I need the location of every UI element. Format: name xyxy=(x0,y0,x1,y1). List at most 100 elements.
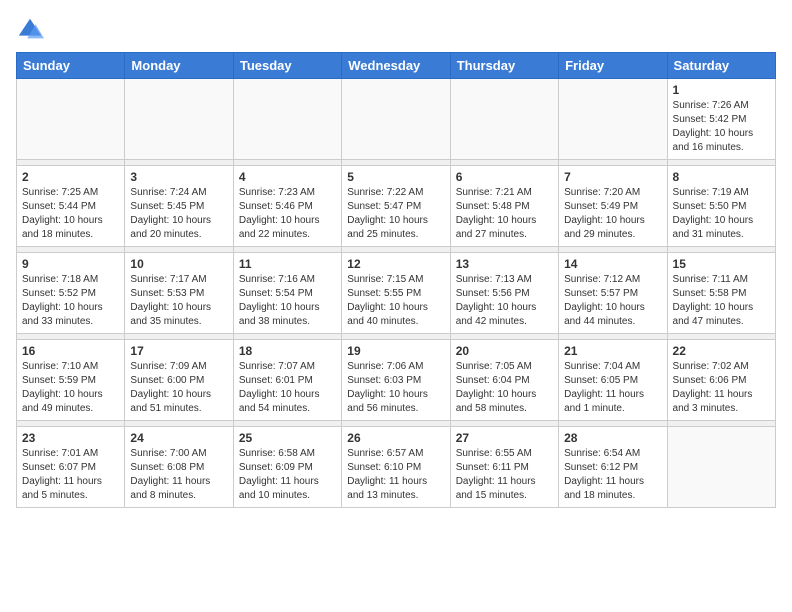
day-number: 13 xyxy=(456,257,553,271)
logo xyxy=(16,16,48,44)
day-info: Sunrise: 7:18 AM Sunset: 5:52 PM Dayligh… xyxy=(22,273,119,329)
day-info: Sunrise: 7:22 AM Sunset: 5:47 PM Dayligh… xyxy=(347,186,444,242)
day-number: 8 xyxy=(673,170,770,184)
calendar-week-row: 16Sunrise: 7:10 AM Sunset: 5:59 PM Dayli… xyxy=(17,340,776,421)
day-number: 18 xyxy=(239,344,336,358)
calendar-table: SundayMondayTuesdayWednesdayThursdayFrid… xyxy=(16,52,776,508)
calendar-cell xyxy=(125,79,233,160)
day-number: 2 xyxy=(22,170,119,184)
day-number: 5 xyxy=(347,170,444,184)
day-info: Sunrise: 7:24 AM Sunset: 5:45 PM Dayligh… xyxy=(130,186,227,242)
calendar-cell: 6 Sunrise: 7:21 AM Sunset: 5:48 PM Daylig… xyxy=(450,166,558,247)
day-info: Sunrise: 7:04 AM Sunset: 6:05 PM Dayligh… xyxy=(564,360,661,416)
calendar-cell: 20 Sunrise: 7:05 AM Sunset: 6:04 PM Dayli… xyxy=(450,340,558,421)
day-number: 28 xyxy=(564,431,661,445)
day-info: Sunrise: 7:11 AM Sunset: 5:58 PM Dayligh… xyxy=(673,273,770,329)
calendar-cell: 9 Sunrise: 7:18 AM Sunset: 5:52 PM Daylig… xyxy=(17,253,125,334)
calendar-cell: 13 Sunrise: 7:13 AM Sunset: 5:56 PM Dayli… xyxy=(450,253,558,334)
day-info: Sunrise: 6:55 AM Sunset: 6:11 PM Dayligh… xyxy=(456,447,553,503)
day-number: 24 xyxy=(130,431,227,445)
day-info: Sunrise: 7:12 AM Sunset: 5:57 PM Dayligh… xyxy=(564,273,661,329)
calendar-week-row: 2 Sunrise: 7:25 AM Sunset: 5:44 PM Daylig… xyxy=(17,166,776,247)
day-info: Sunrise: 7:16 AM Sunset: 5:54 PM Dayligh… xyxy=(239,273,336,329)
calendar-cell xyxy=(450,79,558,160)
day-info: Sunrise: 7:15 AM Sunset: 5:55 PM Dayligh… xyxy=(347,273,444,329)
day-number: 14 xyxy=(564,257,661,271)
calendar-cell: 26 Sunrise: 6:57 AM Sunset: 6:10 PM Dayli… xyxy=(342,427,450,508)
day-info: Sunrise: 7:17 AM Sunset: 5:53 PM Dayligh… xyxy=(130,273,227,329)
day-info: Sunrise: 7:01 AM Sunset: 6:07 PM Dayligh… xyxy=(22,447,119,503)
calendar-cell: 5 Sunrise: 7:22 AM Sunset: 5:47 PM Daylig… xyxy=(342,166,450,247)
calendar-week-row: 9 Sunrise: 7:18 AM Sunset: 5:52 PM Daylig… xyxy=(17,253,776,334)
calendar-cell: 28 Sunrise: 6:54 AM Sunset: 6:12 PM Dayli… xyxy=(559,427,667,508)
weekday-header-monday: Monday xyxy=(125,53,233,79)
calendar-cell xyxy=(667,427,775,508)
day-info: Sunrise: 7:13 AM Sunset: 5:56 PM Dayligh… xyxy=(456,273,553,329)
day-number: 10 xyxy=(130,257,227,271)
calendar-cell xyxy=(17,79,125,160)
calendar-cell: 23 Sunrise: 7:01 AM Sunset: 6:07 PM Dayli… xyxy=(17,427,125,508)
day-info: Sunrise: 7:07 AM Sunset: 6:01 PM Dayligh… xyxy=(239,360,336,416)
day-info: Sunrise: 7:06 AM Sunset: 6:03 PM Dayligh… xyxy=(347,360,444,416)
weekday-header-wednesday: Wednesday xyxy=(342,53,450,79)
day-number: 22 xyxy=(673,344,770,358)
weekday-header-saturday: Saturday xyxy=(667,53,775,79)
calendar-cell: 21 Sunrise: 7:04 AM Sunset: 6:05 PM Dayli… xyxy=(559,340,667,421)
weekday-header-sunday: Sunday xyxy=(17,53,125,79)
calendar-week-row: 1Sunrise: 7:26 AM Sunset: 5:42 PM Daylig… xyxy=(17,79,776,160)
calendar-cell: 2 Sunrise: 7:25 AM Sunset: 5:44 PM Daylig… xyxy=(17,166,125,247)
day-number: 20 xyxy=(456,344,553,358)
calendar-cell: 8 Sunrise: 7:19 AM Sunset: 5:50 PM Daylig… xyxy=(667,166,775,247)
calendar-cell: 25 Sunrise: 6:58 AM Sunset: 6:09 PM Dayli… xyxy=(233,427,341,508)
day-number: 11 xyxy=(239,257,336,271)
day-info: Sunrise: 7:25 AM Sunset: 5:44 PM Dayligh… xyxy=(22,186,119,242)
day-number: 19 xyxy=(347,344,444,358)
logo-icon xyxy=(16,16,44,44)
day-number: 6 xyxy=(456,170,553,184)
calendar-cell xyxy=(559,79,667,160)
day-number: 27 xyxy=(456,431,553,445)
calendar-cell: 10 Sunrise: 7:17 AM Sunset: 5:53 PM Dayli… xyxy=(125,253,233,334)
day-info: Sunrise: 6:57 AM Sunset: 6:10 PM Dayligh… xyxy=(347,447,444,503)
day-number: 17 xyxy=(130,344,227,358)
day-info: Sunrise: 7:19 AM Sunset: 5:50 PM Dayligh… xyxy=(673,186,770,242)
day-number: 16 xyxy=(22,344,119,358)
day-number: 15 xyxy=(673,257,770,271)
day-info: Sunrise: 7:00 AM Sunset: 6:08 PM Dayligh… xyxy=(130,447,227,503)
calendar-cell: 1Sunrise: 7:26 AM Sunset: 5:42 PM Daylig… xyxy=(667,79,775,160)
calendar-cell: 24 Sunrise: 7:00 AM Sunset: 6:08 PM Dayli… xyxy=(125,427,233,508)
day-number: 21 xyxy=(564,344,661,358)
calendar-cell: 14 Sunrise: 7:12 AM Sunset: 5:57 PM Dayli… xyxy=(559,253,667,334)
weekday-header-thursday: Thursday xyxy=(450,53,558,79)
day-info: Sunrise: 6:54 AM Sunset: 6:12 PM Dayligh… xyxy=(564,447,661,503)
day-number: 23 xyxy=(22,431,119,445)
day-info: Sunrise: 7:21 AM Sunset: 5:48 PM Dayligh… xyxy=(456,186,553,242)
calendar-cell: 4Sunrise: 7:23 AM Sunset: 5:46 PM Daylig… xyxy=(233,166,341,247)
calendar-week-row: 23 Sunrise: 7:01 AM Sunset: 6:07 PM Dayli… xyxy=(17,427,776,508)
page-header xyxy=(16,16,776,44)
day-number: 7 xyxy=(564,170,661,184)
day-info: Sunrise: 7:09 AM Sunset: 6:00 PM Dayligh… xyxy=(130,360,227,416)
day-number: 12 xyxy=(347,257,444,271)
calendar-cell: 11 Sunrise: 7:16 AM Sunset: 5:54 PM Dayli… xyxy=(233,253,341,334)
day-info: Sunrise: 7:05 AM Sunset: 6:04 PM Dayligh… xyxy=(456,360,553,416)
calendar-cell: 15 Sunrise: 7:11 AM Sunset: 5:58 PM Dayli… xyxy=(667,253,775,334)
day-info: Sunrise: 7:20 AM Sunset: 5:49 PM Dayligh… xyxy=(564,186,661,242)
day-number: 26 xyxy=(347,431,444,445)
day-number: 25 xyxy=(239,431,336,445)
calendar-cell xyxy=(342,79,450,160)
weekday-header-friday: Friday xyxy=(559,53,667,79)
calendar-cell: 12 Sunrise: 7:15 AM Sunset: 5:55 PM Dayli… xyxy=(342,253,450,334)
calendar-cell: 17 Sunrise: 7:09 AM Sunset: 6:00 PM Dayli… xyxy=(125,340,233,421)
calendar-cell xyxy=(233,79,341,160)
calendar-cell: 27 Sunrise: 6:55 AM Sunset: 6:11 PM Dayli… xyxy=(450,427,558,508)
day-info: Sunrise: 7:02 AM Sunset: 6:06 PM Dayligh… xyxy=(673,360,770,416)
day-number: 3 xyxy=(130,170,227,184)
calendar-cell: 18 Sunrise: 7:07 AM Sunset: 6:01 PM Dayli… xyxy=(233,340,341,421)
day-number: 4 xyxy=(239,170,336,184)
calendar-cell: 22 Sunrise: 7:02 AM Sunset: 6:06 PM Dayli… xyxy=(667,340,775,421)
weekday-header-row: SundayMondayTuesdayWednesdayThursdayFrid… xyxy=(17,53,776,79)
day-number: 9 xyxy=(22,257,119,271)
day-number: 1 xyxy=(673,83,770,97)
day-info: Sunrise: 6:58 AM Sunset: 6:09 PM Dayligh… xyxy=(239,447,336,503)
